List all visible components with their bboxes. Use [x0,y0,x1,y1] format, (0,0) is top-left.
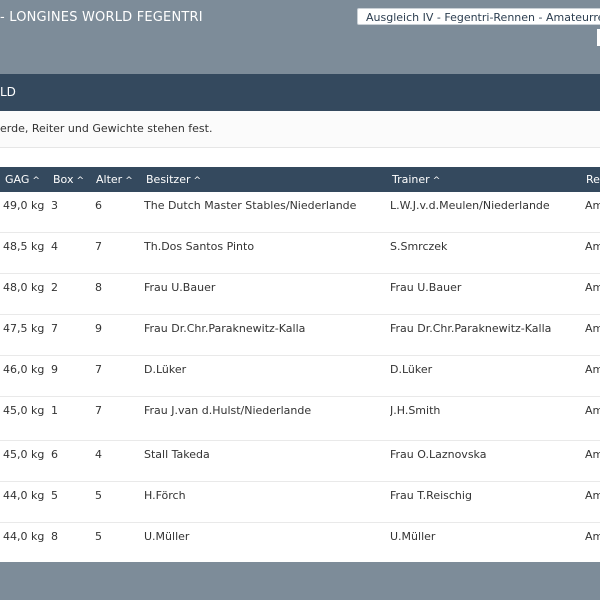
gag-cell: 49,0 kg [3,199,45,212]
trainer-cell: J.H.Smith [390,404,441,417]
gag-cell: 45,0 kg [3,448,45,461]
gag-cell: 46,0 kg [3,363,45,376]
besitzer-cell: The Dutch Master Stables/Niederlande [144,199,357,212]
trainer-cell: Frau U.Bauer [390,281,462,294]
table-row[interactable]: 48,5 kg 4 7 Th.Dos Santos Pinto S.Smrcze… [0,233,600,274]
box-cell: 1 [51,404,58,417]
info-message: erde, Reiter und Gewichte stehen fest. [0,111,600,148]
alter-cell: 7 [95,240,102,253]
column-header-gag[interactable]: GAG ^ [5,167,40,194]
alter-cell: 7 [95,404,102,417]
sort-caret-icon: ^ [76,176,84,186]
besitzer-cell: Stall Takeda [144,448,210,461]
besitzer-cell: D.Lüker [144,363,187,376]
reiter-cell: Am [585,448,600,461]
besitzer-cell: Frau J.van d.Hulst/Niederlande [144,404,312,417]
alter-cell: 6 [95,199,102,212]
sort-caret-icon: ^ [125,176,133,186]
column-header-reiter[interactable]: Re [586,167,600,192]
besitzer-cell: Th.Dos Santos Pinto [144,240,255,253]
gag-cell: 48,0 kg [3,281,45,294]
alter-cell: 5 [95,489,102,502]
sort-caret-icon: ^ [193,176,202,186]
table-row[interactable]: 49,0 kg 3 6 The Dutch Master Stables/Nie… [0,192,600,233]
table-row[interactable]: 46,0 kg 9 7 D.Lüker D.Lüker Am [0,356,600,397]
trainer-cell: Frau T.Reischig [390,489,472,502]
table-row[interactable]: 45,0 kg 6 4 Stall Takeda Frau O.Laznovsk… [0,441,600,482]
box-cell: 4 [51,240,58,253]
alter-cell: 5 [95,530,102,543]
reiter-cell: Am [585,404,600,417]
box-cell: 3 [51,199,58,212]
reiter-cell: Am [585,530,600,543]
reiter-cell: Am [585,363,600,376]
alter-cell: 7 [95,363,102,376]
reiter-cell: Am [585,489,600,502]
box-cell: 8 [51,530,58,543]
trainer-cell: D.Lüker [390,363,433,376]
box-cell: 7 [51,322,58,335]
column-header-box[interactable]: Box ^ [53,167,84,194]
reiter-cell: Am [585,240,600,253]
trainer-cell: S.Smrczek [390,240,448,253]
trainer-cell: Frau O.Laznovska [390,448,487,461]
race-select[interactable]: Ausgleich IV - Fegentri-Rennen - Amateur… [357,8,600,25]
column-label: Alter [96,173,123,186]
table-header: GAG ^ Box ^ Alter ^ Besitzer ^ Trainer ^ Re [0,167,600,192]
column-header-trainer[interactable]: Trainer ^ [392,167,440,194]
reiter-cell: Am [585,281,600,294]
table-row[interactable]: 45,0 kg 1 7 Frau J.van d.Hulst/Niederlan… [0,397,600,441]
trainer-cell: L.W.J.v.d.Meulen/Niederlande [390,199,550,212]
besitzer-cell: Frau U.Bauer [144,281,216,294]
alter-cell: 9 [95,322,102,335]
event-title: - LONGINES WORLD FEGENTRI [0,10,203,25]
panel-title: LD [0,74,600,111]
box-cell: 6 [51,448,58,461]
alter-cell: 4 [95,448,102,461]
table-row[interactable]: 47,5 kg 7 9 Frau Dr.Chr.Paraknewitz-Kall… [0,315,600,356]
table-row[interactable]: 48,0 kg 2 8 Frau U.Bauer Frau U.Bauer Am [0,274,600,315]
box-cell: 5 [51,489,58,502]
besitzer-cell: H.Förch [144,489,186,502]
column-label: Re [586,173,600,186]
column-label: Box [53,173,74,186]
starter-panel: LD erde, Reiter und Gewichte stehen fest… [0,74,600,562]
footer-bar [0,562,600,600]
gag-cell: 44,0 kg [3,530,45,543]
table-row[interactable]: 44,0 kg 8 5 U.Müller U.Müller Am [0,523,600,561]
column-label: Besitzer [146,173,191,186]
gag-cell: 44,0 kg [3,489,45,502]
top-bar: - LONGINES WORLD FEGENTRI Ausgleich IV -… [0,0,600,74]
reiter-cell: Am [585,199,600,212]
besitzer-cell: U.Müller [144,530,190,543]
gag-cell: 45,0 kg [3,404,45,417]
box-cell: 2 [51,281,58,294]
column-header-besitzer[interactable]: Besitzer ^ [146,167,201,194]
sort-caret-icon: ^ [32,176,40,186]
table-row[interactable]: 44,0 kg 5 5 H.Förch Frau T.Reischig Am [0,482,600,523]
sort-caret-icon: ^ [432,176,441,186]
box-cell: 9 [51,363,58,376]
trainer-cell: U.Müller [390,530,436,543]
gag-cell: 47,5 kg [3,322,45,335]
reiter-cell: Am [585,322,600,335]
alter-cell: 8 [95,281,102,294]
besitzer-cell: Frau Dr.Chr.Paraknewitz-Kalla [144,322,306,335]
column-header-alter[interactable]: Alter ^ [96,167,133,194]
column-label: Trainer [392,173,430,186]
trainer-cell: Frau Dr.Chr.Paraknewitz-Kalla [390,322,552,335]
column-label: GAG [5,173,30,186]
gag-cell: 48,5 kg [3,240,45,253]
